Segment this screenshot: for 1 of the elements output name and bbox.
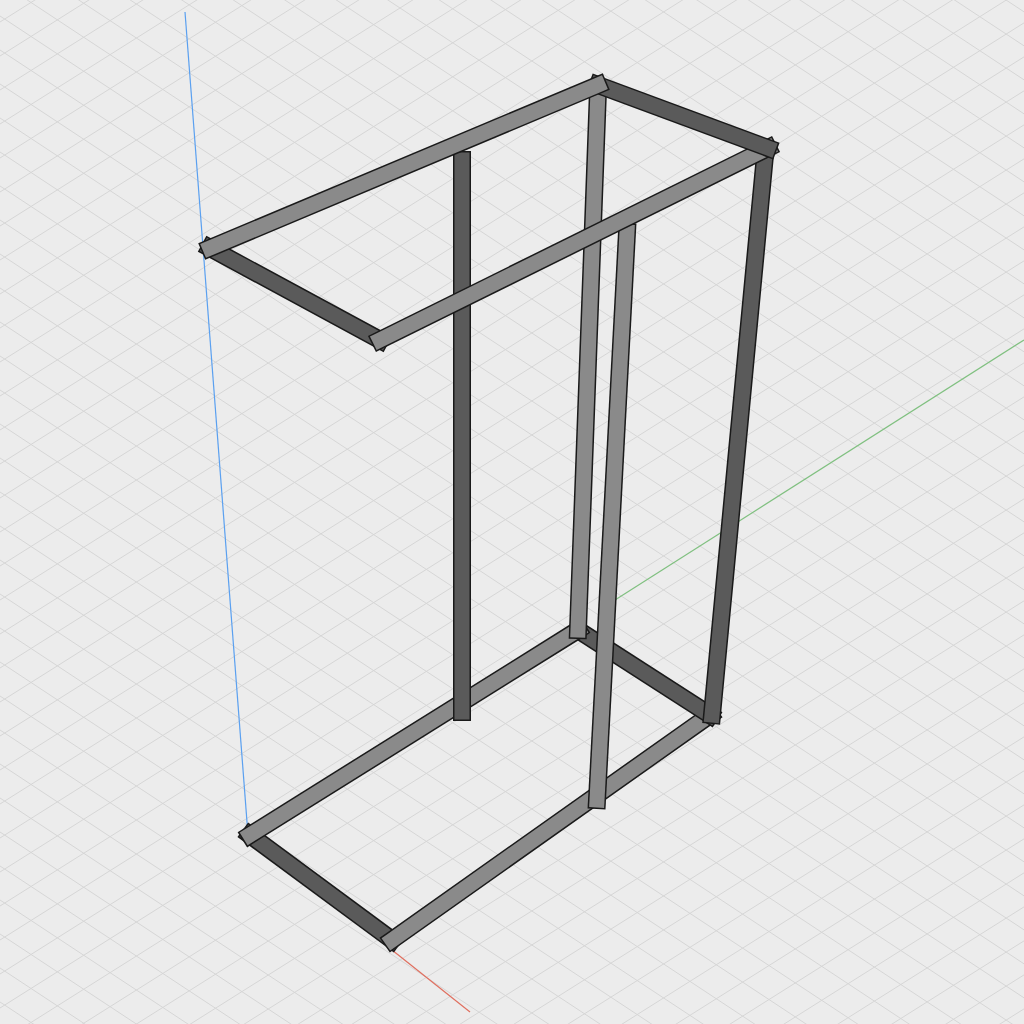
viewport-canvas[interactable]: [0, 0, 1024, 1024]
